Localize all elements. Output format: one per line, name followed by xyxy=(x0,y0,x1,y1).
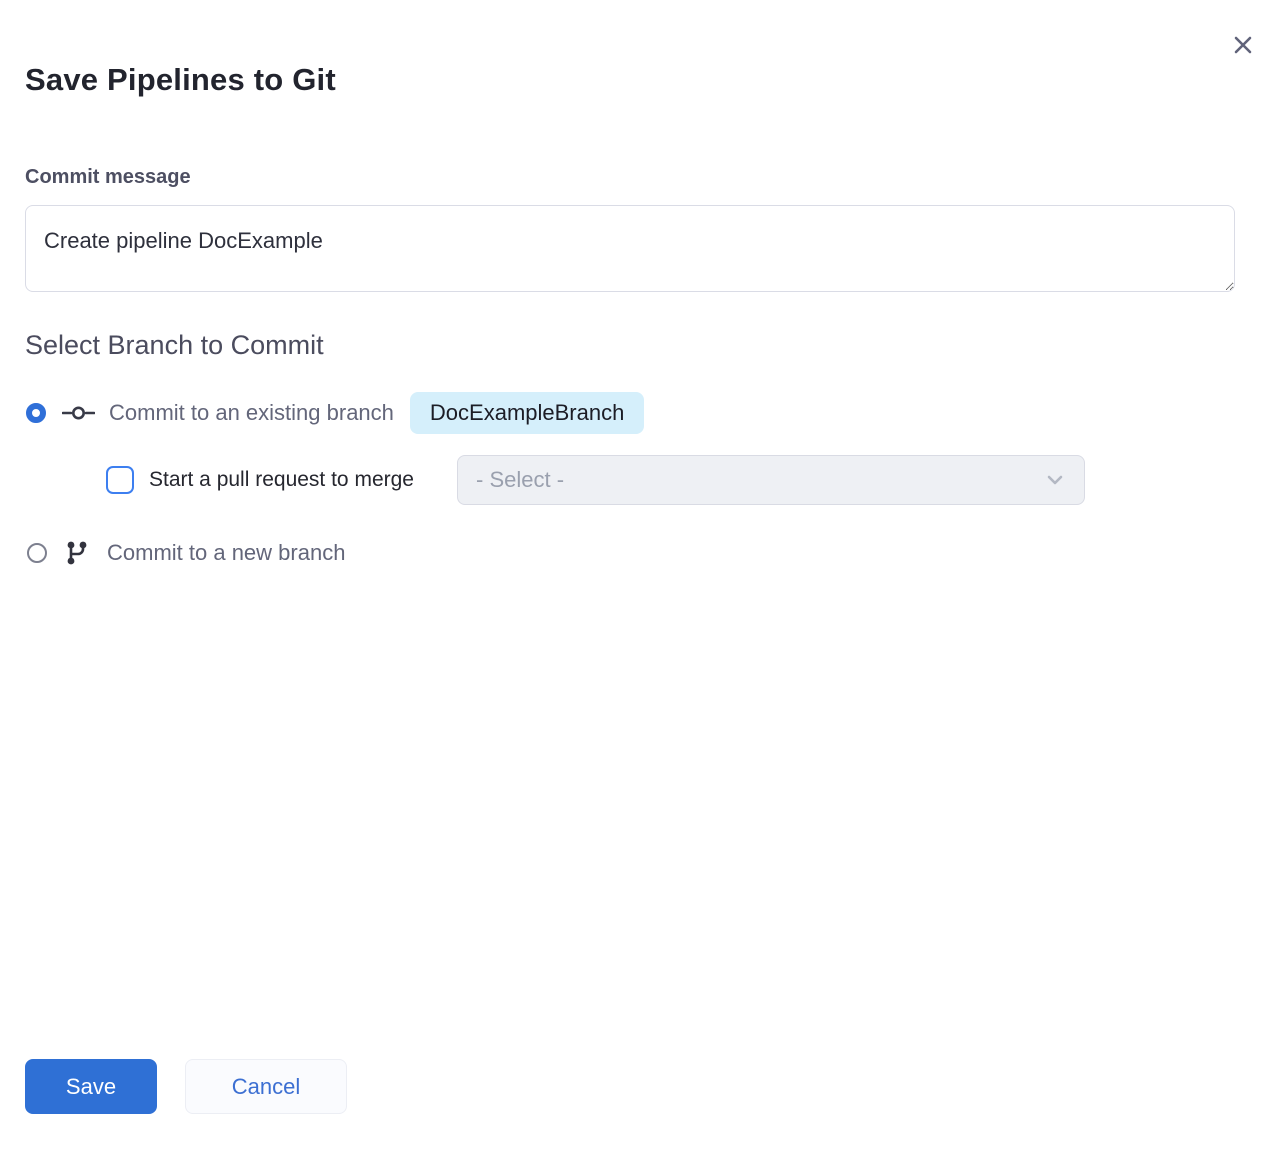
commit-message-input[interactable]: Create pipeline DocExample xyxy=(25,205,1235,292)
new-branch-radio[interactable] xyxy=(27,543,47,563)
merge-branch-select-value: - Select - xyxy=(476,467,1044,493)
existing-branch-radio[interactable] xyxy=(26,403,46,423)
cancel-button[interactable]: Cancel xyxy=(185,1059,347,1114)
footer-actions: Save Cancel xyxy=(25,1059,347,1114)
pull-request-label[interactable]: Start a pull request to merge xyxy=(149,468,414,492)
new-branch-label[interactable]: Commit to a new branch xyxy=(107,540,345,566)
close-button[interactable] xyxy=(1229,32,1257,60)
existing-branch-label[interactable]: Commit to an existing branch xyxy=(109,400,394,426)
save-button[interactable]: Save xyxy=(25,1059,157,1114)
new-branch-option[interactable]: Commit to a new branch xyxy=(25,538,345,568)
chevron-down-icon xyxy=(1044,469,1066,491)
branch-tag[interactable]: DocExampleBranch xyxy=(410,392,644,434)
git-commit-icon xyxy=(62,402,95,424)
existing-branch-option[interactable]: Commit to an existing branch DocExampleB… xyxy=(25,392,644,434)
git-branch-icon xyxy=(64,539,90,567)
pull-request-checkbox[interactable] xyxy=(106,466,134,494)
select-branch-heading: Select Branch to Commit xyxy=(25,330,324,361)
commit-message-label: Commit message xyxy=(25,166,191,189)
merge-branch-select[interactable]: - Select - xyxy=(457,455,1085,505)
pull-request-row: Start a pull request to merge xyxy=(106,455,414,505)
close-icon xyxy=(1232,34,1254,59)
page-title: Save Pipelines to Git xyxy=(25,62,336,98)
